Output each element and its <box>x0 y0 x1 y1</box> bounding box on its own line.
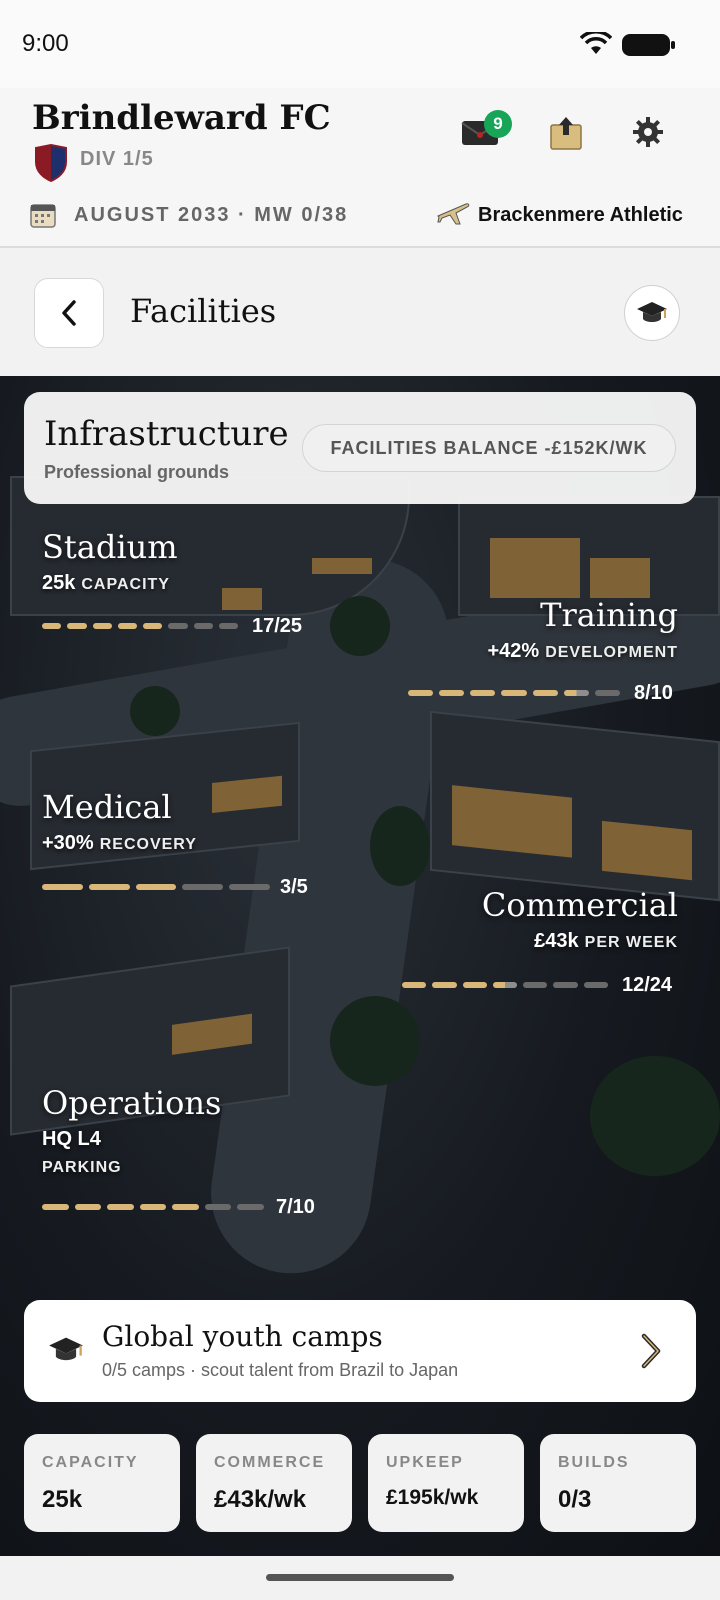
medical-facility[interactable]: Medical +30% RECOVERY <box>42 788 197 855</box>
home-indicator[interactable] <box>266 1574 454 1581</box>
infrastructure-subtitle: Professional grounds <box>44 462 230 482</box>
tree-decoration <box>330 996 420 1086</box>
club-crest-icon <box>35 144 67 182</box>
stadium-facility[interactable]: Stadium 25k CAPACITY <box>42 528 178 595</box>
division-label: DIV 1/5 <box>80 148 154 170</box>
stat-label: CAPACITY <box>42 1454 139 1471</box>
facility-stat: +42% DEVELOPMENT <box>487 640 678 663</box>
stat-label: BUILDS <box>558 1454 630 1471</box>
commercial-facility[interactable]: Commercial £43k PER WEEK <box>482 886 678 953</box>
calendar-icon <box>30 204 56 228</box>
page-title-bar: Facilities <box>0 250 720 376</box>
medical-level-bar <box>42 884 270 890</box>
medical-level-label: 3/5 <box>280 876 308 898</box>
facility-stat-unit: PER WEEK <box>584 934 678 951</box>
stadium-level-label: 17/25 <box>252 615 303 637</box>
facility-stat-value: +42% <box>487 640 540 662</box>
training-level-bar <box>408 690 620 696</box>
facility-stat: £43k PER WEEK <box>482 930 678 953</box>
youth-camps-subtitle: 0/5 camps · scout talent from Brazil to … <box>102 1360 459 1380</box>
graduation-cap-icon <box>49 1337 83 1361</box>
tree-decoration <box>370 806 430 886</box>
battery-icon <box>622 34 675 56</box>
commercial-level-bar <box>402 982 608 988</box>
facility-stat-unit: DEVELOPMENT <box>545 644 678 661</box>
facility-name: Medical <box>42 788 172 826</box>
stat-value: 0/3 <box>558 1486 592 1513</box>
tree-decoration <box>130 686 180 736</box>
season-date: AUGUST 2033 · MW 0/38 <box>74 204 349 226</box>
facility-stat-value: +30% <box>42 832 94 854</box>
commercial-level-label: 12/24 <box>622 974 673 996</box>
airplane-icon <box>437 203 470 225</box>
page-title: Facilities <box>130 292 277 330</box>
tree-decoration <box>330 596 390 656</box>
stadium-level-bar <box>42 623 238 629</box>
chevron-left-icon <box>62 300 76 326</box>
facility-name: Operations <box>42 1084 222 1122</box>
facility-stat-unit: PARKING <box>42 1159 122 1176</box>
graduation-cap-icon <box>637 302 667 322</box>
mail-badge: 9 <box>484 110 512 138</box>
training-level-label: 8/10 <box>634 682 673 704</box>
chevron-right-icon <box>641 1333 661 1369</box>
facility-name: Commercial <box>481 886 678 924</box>
operations-level-bar <box>42 1204 265 1210</box>
stat-value: 25k <box>42 1486 83 1513</box>
youth-camps-card[interactable]: Global youth camps 0/5 camps · scout tal… <box>24 1300 696 1402</box>
facility-stat: +30% RECOVERY <box>42 832 197 855</box>
facilities-map: Infrastructure Professional grounds FACI… <box>0 376 720 1556</box>
upkeep-stat-card: UPKEEP £195k/wk <box>368 1434 524 1532</box>
operations-level-label: 7/10 <box>276 1196 315 1218</box>
summary-stats: CAPACITY 25k COMMERCE £43k/wk UPKEEP £19… <box>24 1434 696 1532</box>
facility-stat-unit: CAPACITY <box>81 576 170 593</box>
operations-facility[interactable]: Operations HQ L4 PARKING <box>42 1084 221 1178</box>
infrastructure-card: Infrastructure Professional grounds FACI… <box>24 392 696 504</box>
status-time: 9:00 <box>22 30 69 57</box>
tree-decoration <box>590 1056 720 1176</box>
settings-button[interactable] <box>626 110 670 154</box>
status-bar: 9:00 <box>0 0 720 88</box>
next-opponent[interactable]: Brackenmere Athletic <box>478 204 683 227</box>
home-indicator-area <box>0 1556 720 1600</box>
builds-stat-card: BUILDS 0/3 <box>540 1434 696 1532</box>
commercial-building <box>430 710 720 902</box>
training-facility[interactable]: Training +42% DEVELOPMENT <box>487 596 678 663</box>
facility-stat-value: 25k <box>42 572 76 594</box>
club-name: Brindleward FC <box>32 98 331 138</box>
wifi-icon <box>580 32 612 54</box>
youth-academy-button[interactable] <box>624 285 680 341</box>
club-header: Brindleward FC DIV 1/5 9 AUGUST 2033 · M… <box>0 88 720 248</box>
infrastructure-title: Infrastructure <box>44 414 289 454</box>
upload-box-icon <box>550 117 582 150</box>
facilities-balance-pill: FACILITIES BALANCE -£152K/WK <box>302 424 676 472</box>
youth-camps-title: Global youth camps <box>102 1320 383 1353</box>
stat-value: £43k/wk <box>214 1486 307 1513</box>
gear-icon <box>633 117 663 147</box>
facility-stat: 25k CAPACITY <box>42 572 178 595</box>
facility-name: Stadium <box>42 528 178 566</box>
facility-stat-value: HQ L4 <box>42 1128 101 1150</box>
facility-stat-value: £43k <box>534 930 579 952</box>
facility-name: Training <box>540 596 678 634</box>
transfer-upload-button[interactable] <box>544 110 588 154</box>
stat-label: COMMERCE <box>214 1454 326 1471</box>
commerce-stat-card: COMMERCE £43k/wk <box>196 1434 352 1532</box>
stat-value: £195k/wk <box>386 1486 479 1509</box>
back-button[interactable] <box>34 278 104 348</box>
stat-label: UPKEEP <box>386 1454 464 1471</box>
capacity-stat-card: CAPACITY 25k <box>24 1434 180 1532</box>
facility-stat-unit: RECOVERY <box>99 836 197 853</box>
